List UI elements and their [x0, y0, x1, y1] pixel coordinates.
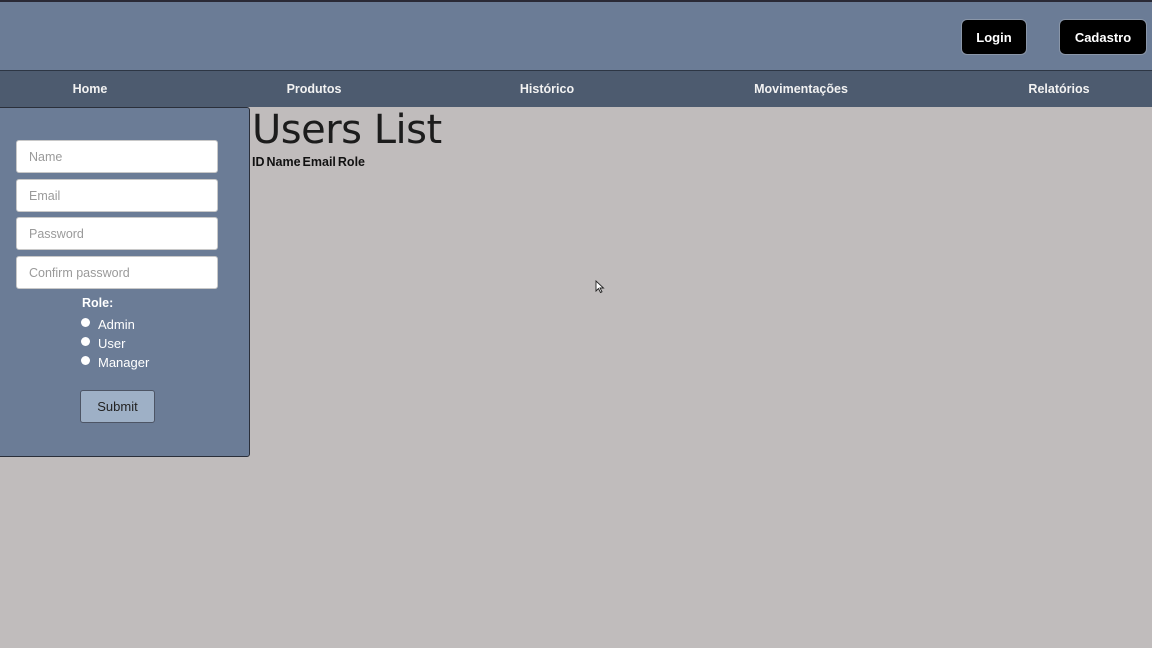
radio-button[interactable]: [81, 356, 90, 365]
register-button[interactable]: Cadastro: [1059, 19, 1147, 55]
role-option-admin[interactable]: Admin: [81, 315, 135, 333]
column-header-role: Role: [337, 155, 365, 169]
nav-item-historico[interactable]: Histórico: [520, 71, 574, 107]
page-title: Users List: [252, 107, 442, 153]
role-option-label: Manager: [98, 354, 150, 370]
role-option-manager[interactable]: Manager: [81, 353, 149, 371]
login-button[interactable]: Login: [961, 19, 1027, 55]
nav-item-produtos[interactable]: Produtos: [287, 71, 342, 107]
radio-button[interactable]: [81, 318, 90, 327]
nav-item-relatorios[interactable]: Relatórios: [1028, 71, 1089, 107]
radio-button[interactable]: [81, 337, 90, 346]
role-option-label: User: [98, 335, 126, 351]
top-header: Login Cadastro: [0, 0, 1152, 70]
role-option-label: Admin: [98, 316, 135, 332]
column-header-name: Name: [266, 155, 301, 169]
email-input[interactable]: [16, 179, 218, 212]
submit-button[interactable]: Submit: [80, 390, 155, 423]
password-input[interactable]: [16, 217, 218, 250]
nav-item-movimentacoes[interactable]: Movimentações: [754, 71, 848, 107]
confirm-password-input[interactable]: [16, 256, 218, 289]
column-header-email: Email: [302, 155, 336, 169]
name-input[interactable]: [16, 140, 218, 173]
main-nav: Home Produtos Histórico Movimentações Re…: [0, 70, 1152, 107]
column-header-id: ID: [252, 155, 265, 169]
nav-item-home[interactable]: Home: [73, 71, 108, 107]
role-label: Role:: [82, 296, 114, 310]
users-table-header: ID Name Email Role: [252, 155, 367, 169]
mouse-cursor-icon: [595, 280, 605, 294]
role-option-user[interactable]: User: [81, 334, 125, 352]
